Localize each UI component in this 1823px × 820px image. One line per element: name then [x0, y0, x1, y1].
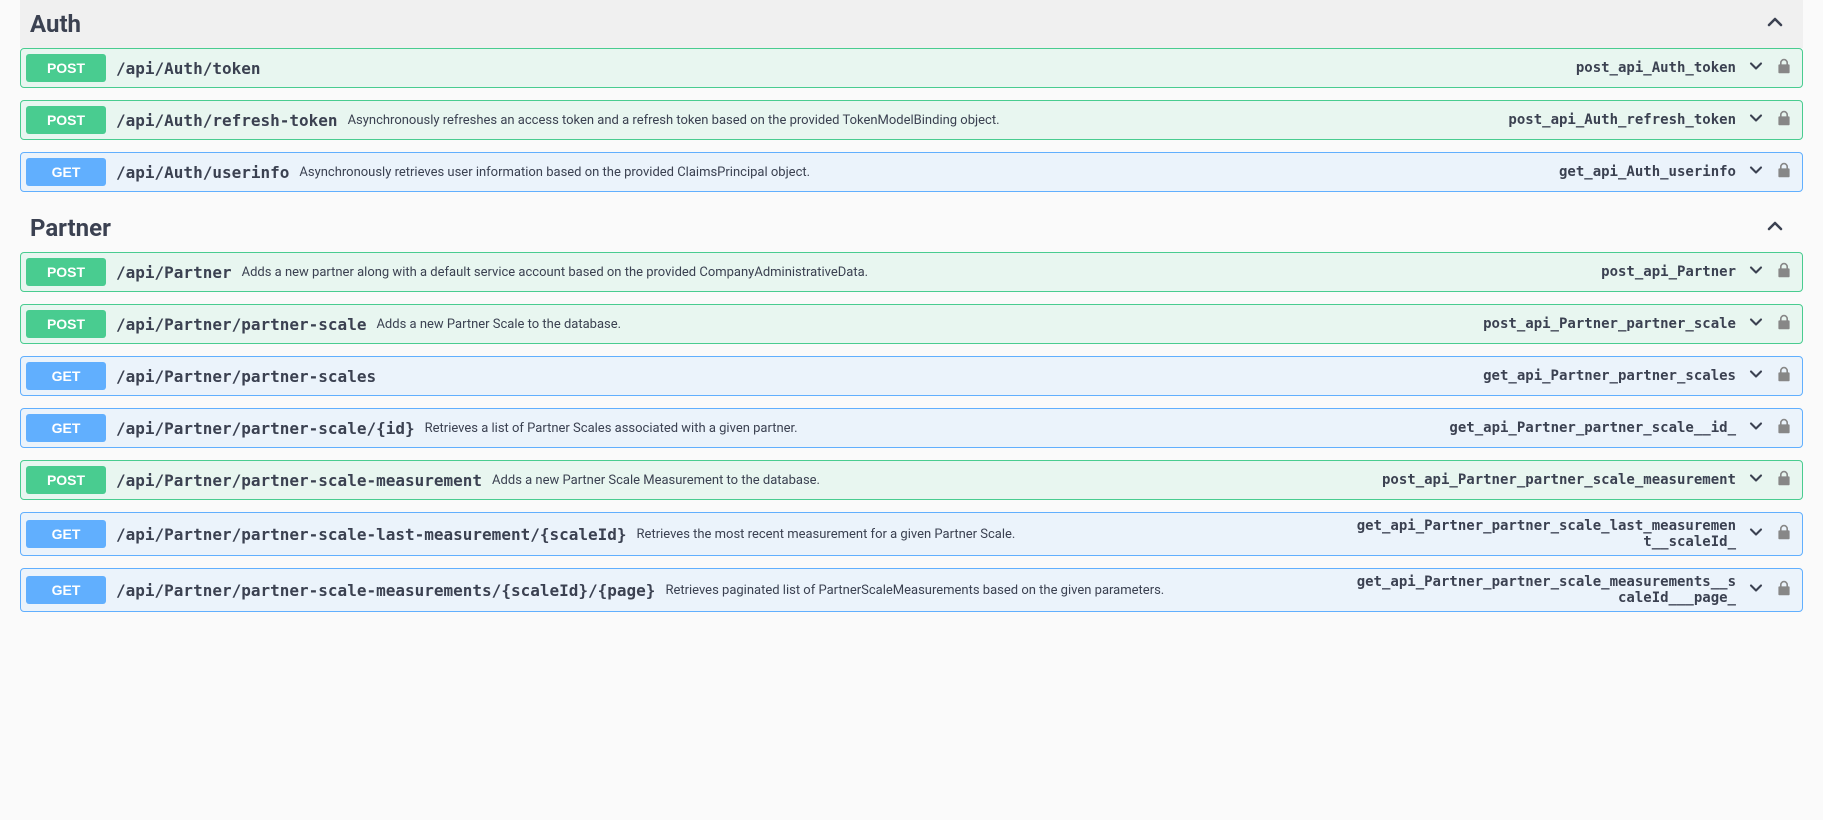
lock-icon[interactable]	[1776, 313, 1792, 335]
operation-path: /api/Partner/partner-scales	[116, 367, 376, 386]
operation-id: post_api_Partner_partner_scale_measureme…	[1382, 472, 1736, 488]
chevron-down-icon[interactable]	[1746, 468, 1766, 492]
lock-icon[interactable]	[1776, 365, 1792, 387]
lock-icon[interactable]	[1776, 579, 1792, 601]
operation-summary[interactable]: GET/api/Partner/partner-scale-last-measu…	[21, 513, 1802, 555]
operation-id: post_api_Partner	[1601, 264, 1736, 280]
operation-block: GET/api/Partner/partner-scales get_api_Pa…	[20, 356, 1803, 396]
operation-id: post_api_Partner_partner_scale	[1483, 316, 1736, 332]
operation-block: GET/api/Partner/partner-scale-measuremen…	[20, 568, 1803, 612]
tag-header[interactable]: Auth	[20, 0, 1803, 48]
operation-path: /api/Partner/partner-scale-measurement	[116, 471, 482, 490]
operation-id: get_api_Partner_partner_scale_last_measu…	[1356, 518, 1736, 550]
operation-id: get_api_Partner_partner_scales	[1483, 368, 1736, 384]
operation-summary[interactable]: POST/api/Partner/partner-scale Adds a new…	[21, 305, 1802, 343]
chevron-down-icon[interactable]	[1746, 260, 1766, 284]
http-method-badge: POST	[26, 54, 106, 82]
chevron-down-icon[interactable]	[1746, 364, 1766, 388]
operation-block: POST/api/Partner/partner-scale-measureme…	[20, 460, 1803, 500]
operation-description: Asynchronously refreshes an access token…	[348, 113, 1499, 128]
lock-icon[interactable]	[1776, 57, 1792, 79]
chevron-down-icon[interactable]	[1746, 312, 1766, 336]
operation-summary[interactable]: GET/api/Auth/userinfo Asynchronously retr…	[21, 153, 1802, 191]
tag-name: Auth	[30, 10, 81, 38]
lock-icon[interactable]	[1776, 161, 1792, 183]
operation-summary[interactable]: POST/api/Auth/refresh-token Asynchronousl…	[21, 101, 1802, 139]
operation-path: /api/Auth/token	[116, 59, 261, 78]
http-method-badge: GET	[26, 576, 106, 604]
operation-summary[interactable]: POST/api/Auth/token post_api_Auth_token	[21, 49, 1802, 87]
http-method-badge: GET	[26, 158, 106, 186]
http-method-badge: GET	[26, 362, 106, 390]
operation-block: POST/api/Auth/token post_api_Auth_token	[20, 48, 1803, 88]
operation-path: /api/Partner/partner-scale-last-measurem…	[116, 525, 627, 544]
operation-block: POST/api/Partner Adds a new partner along…	[20, 252, 1803, 292]
chevron-down-icon[interactable]	[1746, 108, 1766, 132]
tag-name: Partner	[30, 214, 111, 242]
operation-summary[interactable]: GET/api/Partner/partner-scale/{id} Retrie…	[21, 409, 1802, 447]
operation-summary[interactable]: GET/api/Partner/partner-scales get_api_Pa…	[21, 357, 1802, 395]
http-method-badge: POST	[26, 258, 106, 286]
lock-icon[interactable]	[1776, 469, 1792, 491]
chevron-down-icon[interactable]	[1746, 56, 1766, 80]
operation-description: Adds a new partner along with a default …	[242, 265, 1592, 280]
lock-icon[interactable]	[1776, 523, 1792, 545]
operation-id: get_api_Partner_partner_scale__id_	[1449, 420, 1736, 436]
operation-summary[interactable]: POST/api/Partner/partner-scale-measureme…	[21, 461, 1802, 499]
operation-description: Retrieves a list of Partner Scales assoc…	[425, 421, 1440, 436]
operation-id: get_api_Auth_userinfo	[1559, 164, 1736, 180]
operation-description: Adds a new Partner Scale to the database…	[376, 317, 1473, 332]
operation-description: Adds a new Partner Scale Measurement to …	[492, 473, 1372, 488]
operation-description: Retrieves the most recent measurement fo…	[637, 527, 1346, 542]
operation-id: get_api_Partner_partner_scale_measuremen…	[1356, 574, 1736, 606]
http-method-badge: POST	[26, 466, 106, 494]
operation-block: GET/api/Partner/partner-scale/{id} Retrie…	[20, 408, 1803, 448]
operation-block: POST/api/Auth/refresh-token Asynchronousl…	[20, 100, 1803, 140]
http-method-badge: POST	[26, 106, 106, 134]
operation-description: Retrieves paginated list of PartnerScale…	[665, 583, 1346, 598]
chevron-up-icon	[1763, 214, 1787, 242]
lock-icon[interactable]	[1776, 109, 1792, 131]
tag-header[interactable]: Partner	[20, 204, 1803, 252]
operation-summary[interactable]: POST/api/Partner Adds a new partner along…	[21, 253, 1802, 291]
operation-summary[interactable]: GET/api/Partner/partner-scale-measuremen…	[21, 569, 1802, 611]
operation-block: POST/api/Partner/partner-scale Adds a new…	[20, 304, 1803, 344]
operation-path: /api/Auth/userinfo	[116, 163, 289, 182]
operation-description: Asynchronously retrieves user informatio…	[299, 165, 1549, 180]
operation-path: /api/Partner/partner-scale	[116, 315, 366, 334]
operation-id: post_api_Auth_token	[1576, 60, 1736, 76]
chevron-down-icon[interactable]	[1746, 578, 1766, 602]
operation-block: GET/api/Partner/partner-scale-last-measu…	[20, 512, 1803, 556]
chevron-down-icon[interactable]	[1746, 522, 1766, 546]
operation-path: /api/Partner/partner-scale-measurements/…	[116, 581, 655, 600]
operation-id: post_api_Auth_refresh_token	[1508, 112, 1736, 128]
http-method-badge: GET	[26, 414, 106, 442]
chevron-down-icon[interactable]	[1746, 160, 1766, 184]
http-method-badge: POST	[26, 310, 106, 338]
lock-icon[interactable]	[1776, 417, 1792, 439]
http-method-badge: GET	[26, 520, 106, 548]
chevron-down-icon[interactable]	[1746, 416, 1766, 440]
operation-path: /api/Auth/refresh-token	[116, 111, 338, 130]
operation-path: /api/Partner	[116, 263, 232, 282]
operation-path: /api/Partner/partner-scale/{id}	[116, 419, 415, 438]
chevron-up-icon	[1763, 10, 1787, 38]
lock-icon[interactable]	[1776, 261, 1792, 283]
operation-block: GET/api/Auth/userinfo Asynchronously retr…	[20, 152, 1803, 192]
